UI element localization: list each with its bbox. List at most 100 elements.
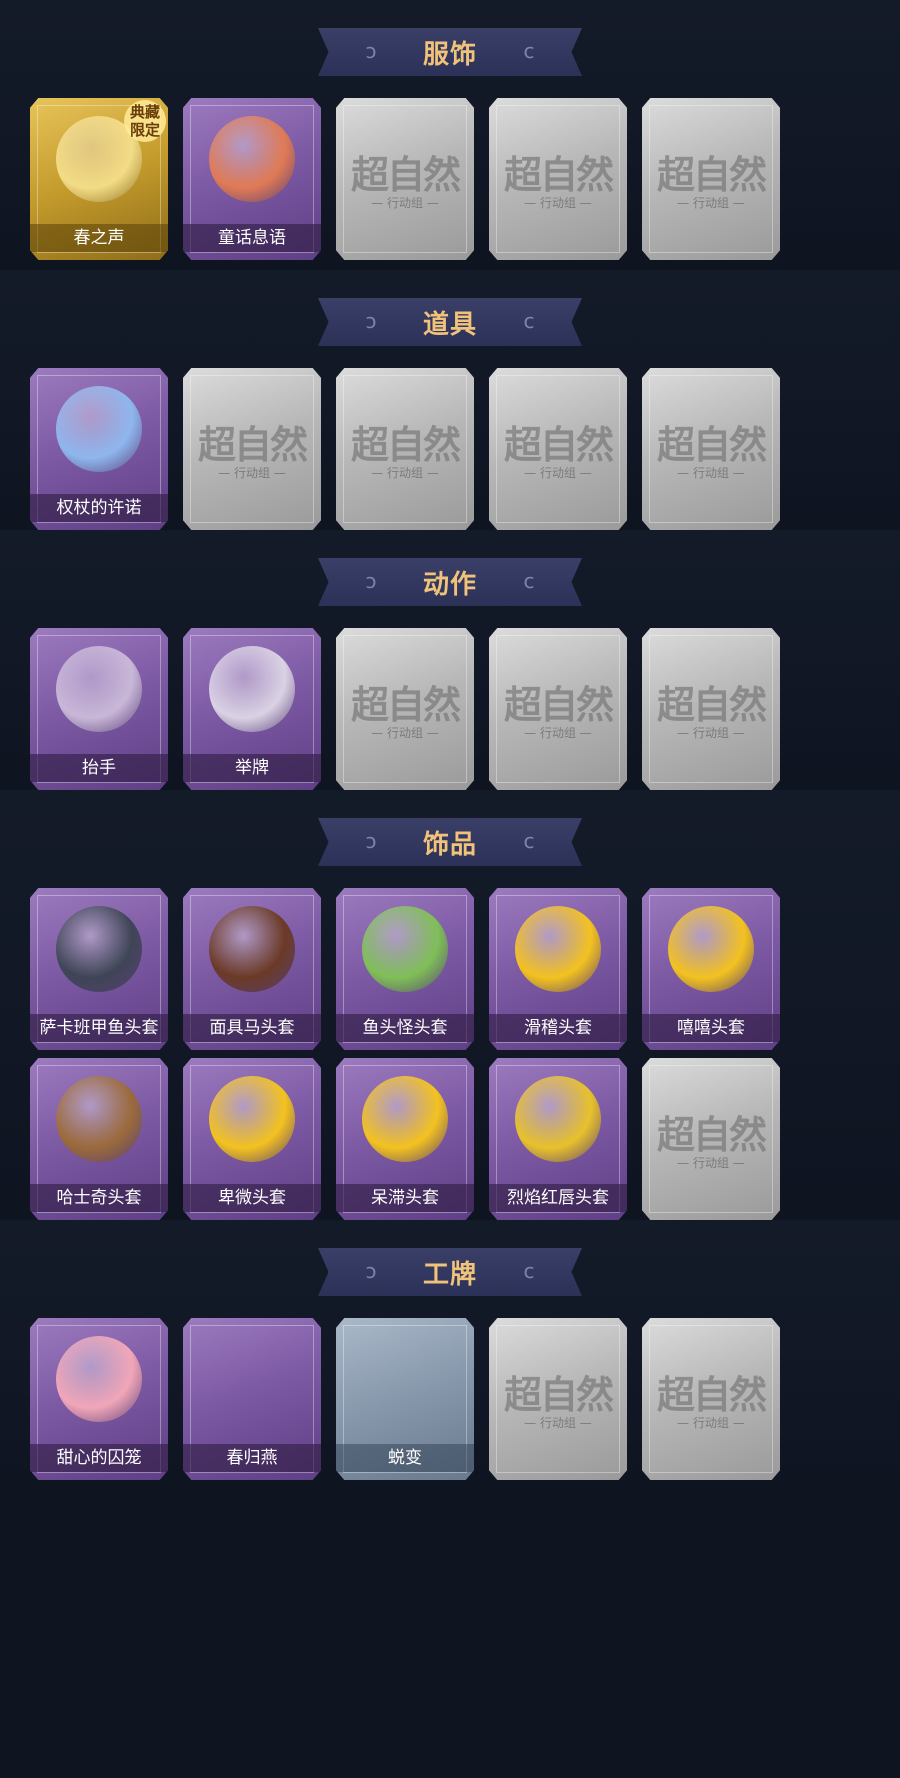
watermark-subtitle: — 行动组 — — [677, 466, 745, 480]
item-label: 滑稽头套 — [489, 1014, 627, 1042]
section-5: ↄ 工牌 c 甜心的囚笼 春归燕 蜕变 超自然 — 行动组 — 超自然 — 行动组 — — [0, 1220, 900, 1490]
swirl-ornament-icon: ↄ — [365, 1259, 377, 1283]
item-card[interactable]: 嘻嘻头套 — [642, 888, 780, 1050]
locked-item-card[interactable]: 超自然 — 行动组 — — [336, 98, 474, 260]
item-card[interactable]: 滑稽头套 — [489, 888, 627, 1050]
section-1: ↄ 服饰 c 典藏 限定 春之声 童话息语 超自然 — 行动组 — 超自然 — 行动组 — 超自然 —… — [0, 0, 900, 260]
locked-item-card[interactable]: 超自然 — 行动组 — — [489, 1318, 627, 1480]
item-card[interactable]: 面具马头套 — [183, 888, 321, 1050]
watermark-logo: 超自然 — [503, 422, 614, 467]
watermark-logo: 超自然 — [503, 152, 614, 197]
watermark-logo: 超自然 — [656, 1112, 767, 1157]
watermark-logo: 超自然 — [503, 1372, 614, 1417]
section-header: ↄ 服饰 c — [318, 28, 582, 76]
item-label: 面具马头套 — [183, 1014, 321, 1042]
item-card[interactable]: 春归燕 — [183, 1318, 321, 1480]
item-card[interactable]: 萨卡班甲鱼头套 — [30, 888, 168, 1050]
watermark-subtitle: — 行动组 — — [524, 466, 592, 480]
section-header: ↄ 饰品 c — [318, 818, 582, 866]
swirl-ornament-icon: c — [523, 569, 535, 593]
watermark-subtitle: — 行动组 — — [371, 466, 439, 480]
swirl-ornament-icon: c — [523, 829, 535, 853]
section-header: ↄ 动作 c — [318, 558, 582, 606]
watermark-subtitle: — 行动组 — — [524, 726, 592, 740]
section-header: ↄ 道具 c — [318, 298, 582, 346]
section-3: ↄ 动作 c 抬手 举牌 超自然 — 行动组 — 超自然 — 行动组 — 超自然 — 行动组 — — [0, 530, 900, 790]
item-card[interactable]: 哈士奇头套 — [30, 1058, 168, 1220]
item-label: 哈士奇头套 — [30, 1184, 168, 1212]
scepter-icon — [56, 386, 142, 472]
humble-emoji-head-icon — [209, 1076, 295, 1162]
locked-item-card[interactable]: 超自然 — 行动组 — — [642, 98, 780, 260]
watermark-logo: 超自然 — [656, 152, 767, 197]
swirl-ornament-icon: c — [523, 1259, 535, 1283]
hold-sign-icon — [209, 646, 295, 732]
locked-item-card[interactable]: 超自然 — 行动组 — — [642, 1318, 780, 1480]
item-label: 童话息语 — [183, 224, 321, 252]
item-label: 抬手 — [30, 754, 168, 782]
watermark-subtitle: — 行动组 — — [371, 726, 439, 740]
swirl-ornament-icon: ↄ — [365, 39, 377, 63]
watermark-subtitle: — 行动组 — — [524, 196, 592, 210]
item-label: 权杖的许诺 — [30, 494, 168, 522]
item-card[interactable]: 蜕变 — [336, 1318, 474, 1480]
watermark-subtitle: — 行动组 — — [524, 1416, 592, 1430]
watermark-logo: 超自然 — [350, 152, 461, 197]
item-label: 甜心的囚笼 — [30, 1444, 168, 1472]
item-card[interactable]: 典藏 限定春之声 — [30, 98, 168, 260]
item-label: 烈焰红唇头套 — [489, 1184, 627, 1212]
locked-item-card[interactable]: 超自然 — 行动组 — — [489, 368, 627, 530]
watermark-subtitle: — 行动组 — — [677, 726, 745, 740]
locked-item-card[interactable]: 超自然 — 行动组 — — [489, 628, 627, 790]
item-label: 鱼头怪头套 — [336, 1014, 474, 1042]
section-title: 服饰 — [422, 39, 477, 70]
item-card[interactable]: 甜心的囚笼 — [30, 1318, 168, 1480]
limited-edition-badge: 典藏 限定 — [124, 100, 166, 142]
swirl-ornament-icon: ↄ — [365, 309, 377, 333]
locked-item-card[interactable]: 超自然 — 行动组 — — [642, 368, 780, 530]
section-4: ↄ 饰品 c 萨卡班甲鱼头套 面具马头套 鱼头怪头套 滑稽头套 嘻嘻头套哈士奇头套 卑微头套 呆滞… — [0, 790, 900, 1220]
pikachu-lips-head-icon — [515, 1076, 601, 1162]
section-title: 动作 — [422, 569, 477, 600]
item-card[interactable]: 举牌 — [183, 628, 321, 790]
item-card[interactable]: 卑微头套 — [183, 1058, 321, 1220]
watermark-logo: 超自然 — [350, 682, 461, 727]
grin-emoji-head-icon — [668, 906, 754, 992]
locked-item-card[interactable]: 超自然 — 行动组 — — [642, 628, 780, 790]
watermark-subtitle: — 行动组 — — [677, 1156, 745, 1170]
watermark-logo: 超自然 — [656, 1372, 767, 1417]
item-label: 卑微头套 — [183, 1184, 321, 1212]
watermark-logo: 超自然 — [656, 682, 767, 727]
section-header: ↄ 工牌 c — [318, 1248, 582, 1296]
locked-item-card[interactable]: 超自然 — 行动组 — — [183, 368, 321, 530]
watermark-logo: 超自然 — [503, 682, 614, 727]
watermark-subtitle: — 行动组 — — [677, 1416, 745, 1430]
pink-badge-icon — [56, 1336, 142, 1422]
horse-head-icon — [209, 906, 295, 992]
item-label: 嘻嘻头套 — [642, 1014, 780, 1042]
watermark-logo: 超自然 — [656, 422, 767, 467]
swirl-ornament-icon: ↄ — [365, 829, 377, 853]
item-card[interactable]: 权杖的许诺 — [30, 368, 168, 530]
item-label: 呆滞头套 — [336, 1184, 474, 1212]
raise-hand-icon — [56, 646, 142, 732]
swirl-ornament-icon: c — [523, 39, 535, 63]
item-card[interactable]: 童话息语 — [183, 98, 321, 260]
smirk-emoji-head-icon — [515, 906, 601, 992]
item-card[interactable]: 抬手 — [30, 628, 168, 790]
locked-item-card[interactable]: 超自然 — 行动组 — — [336, 368, 474, 530]
locked-item-card[interactable]: 超自然 — 行动组 — — [642, 1058, 780, 1220]
fish-head-icon — [56, 906, 142, 992]
watermark-subtitle: — 行动组 — — [371, 196, 439, 210]
item-label: 春归燕 — [183, 1444, 321, 1472]
item-card[interactable]: 鱼头怪头套 — [336, 888, 474, 1050]
locked-item-card[interactable]: 超自然 — 行动组 — — [336, 628, 474, 790]
item-label: 春之声 — [30, 224, 168, 252]
item-label: 举牌 — [183, 754, 321, 782]
dazed-emoji-head-icon — [362, 1076, 448, 1162]
item-card[interactable]: 烈焰红唇头套 — [489, 1058, 627, 1220]
item-card[interactable]: 呆滞头套 — [336, 1058, 474, 1220]
locked-item-card[interactable]: 超自然 — 行动组 — — [489, 98, 627, 260]
red-hair-girl-portrait-icon — [209, 116, 295, 202]
watermark-subtitle: — 行动组 — — [677, 196, 745, 210]
